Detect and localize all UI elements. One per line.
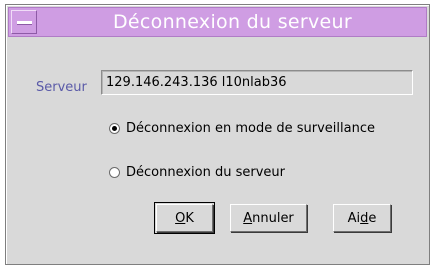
help-label-rest: e <box>368 210 377 226</box>
cancel-label-rest: nnuler <box>252 210 294 226</box>
option-disconnect-server-label: Déconnexion du serveur <box>126 164 286 180</box>
window-menu-bar <box>17 21 32 25</box>
ok-button[interactable]: OK <box>154 202 215 234</box>
help-label-pre: Ai <box>347 210 361 226</box>
dialog-window: Déconnexion du serveur Serveur 129.146.2… <box>5 4 430 265</box>
help-mnemonic: d <box>360 210 369 226</box>
option-disconnect-server[interactable]: Déconnexion du serveur <box>109 163 285 181</box>
ok-mnemonic: O <box>175 210 186 226</box>
option-monitor-mode[interactable]: Déconnexion en mode de surveillance <box>109 119 375 137</box>
help-button[interactable]: Ai d e <box>333 204 391 232</box>
radio-unselected-icon[interactable] <box>109 166 120 178</box>
ok-label-rest: K <box>185 210 194 226</box>
server-label: Serveur <box>36 80 87 95</box>
title-bar[interactable]: Déconnexion du serveur <box>8 7 427 37</box>
server-field: 129.146.243.136 l10nlab36 <box>101 70 413 95</box>
cancel-mnemonic: A <box>243 210 253 226</box>
window-title: Déconnexion du serveur <box>113 11 352 33</box>
cancel-button[interactable]: Annuler <box>230 204 307 232</box>
radio-selected-icon[interactable] <box>109 122 120 134</box>
option-monitor-mode-label: Déconnexion en mode de surveillance <box>126 120 375 136</box>
window-menu-icon[interactable] <box>11 10 37 34</box>
